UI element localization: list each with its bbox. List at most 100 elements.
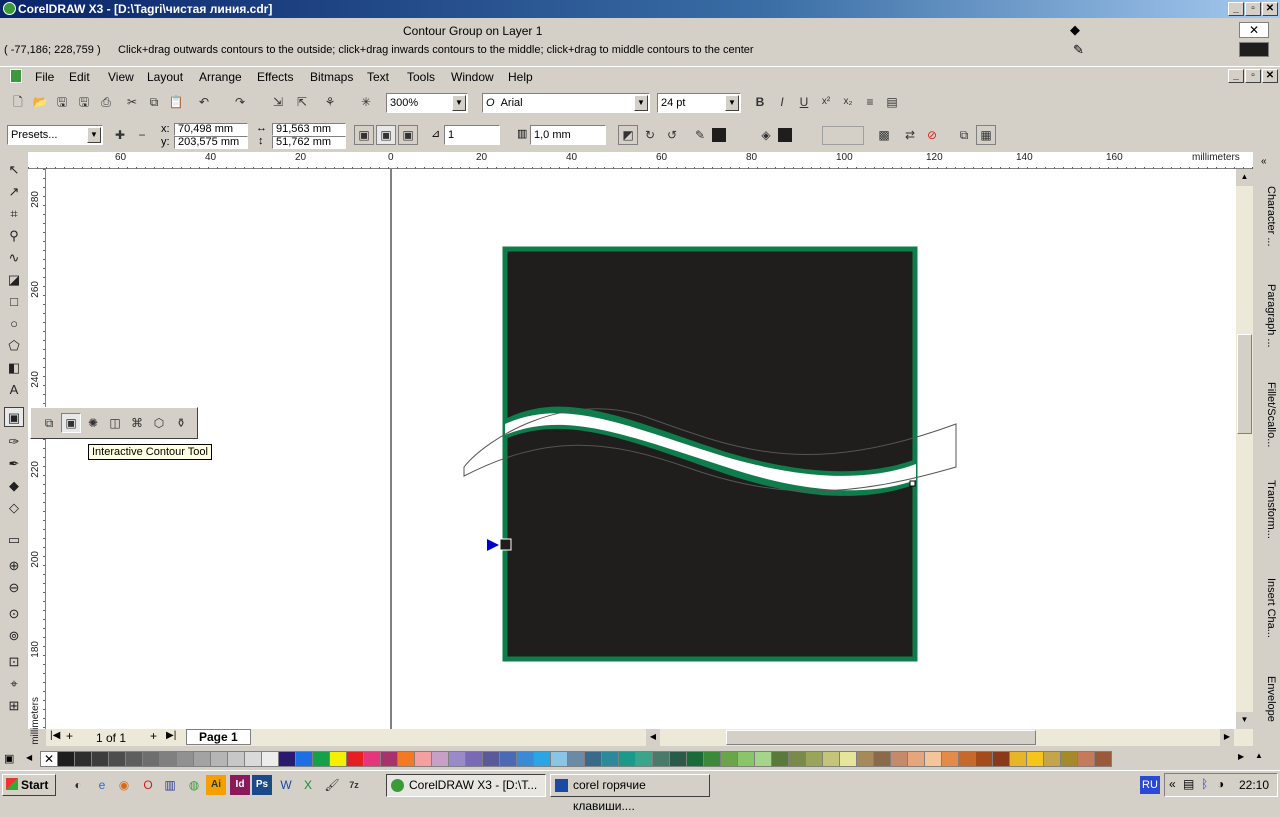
palette-scroll-left-icon[interactable]: ◀ xyxy=(26,753,32,762)
color-swatch[interactable] xyxy=(907,751,925,767)
bluetooth-icon[interactable]: ᛒ xyxy=(1201,777,1208,791)
fill-color-icon[interactable]: ◈ xyxy=(756,125,776,145)
docker-tab-transform[interactable]: Transform... xyxy=(1257,480,1277,539)
zoom-out-icon[interactable]: ⊖ xyxy=(4,578,24,598)
zoom-tool-icon[interactable]: ⚲ xyxy=(4,226,24,246)
docker-tab-insert-char[interactable]: Insert Cha... xyxy=(1257,578,1277,638)
color-swatch[interactable] xyxy=(295,751,313,767)
color-swatch[interactable] xyxy=(805,751,823,767)
color-swatch[interactable] xyxy=(533,751,551,767)
outline-tool-icon[interactable]: ✒ xyxy=(4,454,24,474)
linear-color-icon[interactable]: ◩ xyxy=(618,125,638,145)
copy-icon[interactable]: ⧉ xyxy=(144,92,164,112)
zoom-in-icon[interactable]: ⊕ xyxy=(4,556,24,576)
scroll-right-icon[interactable]: ▶ xyxy=(1220,729,1234,746)
zoom-page-icon[interactable]: ⊡ xyxy=(4,652,24,672)
corel-icon[interactable]: ◍ xyxy=(184,775,204,795)
remove-preset-icon[interactable]: − xyxy=(132,125,152,145)
color-swatch[interactable] xyxy=(57,751,75,767)
envelope-tool-icon[interactable]: ⌘ xyxy=(127,413,147,433)
print-icon[interactable]: ⎙ xyxy=(96,92,116,112)
chevron-down-icon[interactable]: ▼ xyxy=(634,95,648,111)
outside-icon[interactable]: ▣ xyxy=(398,125,418,145)
clear-contour-icon[interactable]: ⊘ xyxy=(922,125,942,145)
font-select[interactable]: O Arial ▼ xyxy=(482,93,650,113)
start-handle[interactable] xyxy=(499,538,512,551)
copy-to-front-icon[interactable]: ⧉ xyxy=(954,125,974,145)
color-swatch[interactable] xyxy=(193,751,211,767)
freehand-tool-icon[interactable]: ∿ xyxy=(4,248,24,268)
palette-menu-icon[interactable]: ▣ xyxy=(4,751,20,767)
menu-effects[interactable]: Effects xyxy=(257,70,293,84)
cut-icon[interactable]: ✂ xyxy=(122,92,142,112)
color-swatch[interactable] xyxy=(652,751,670,767)
color-swatch[interactable] xyxy=(822,751,840,767)
color-swatch[interactable] xyxy=(176,751,194,767)
color-swatch[interactable] xyxy=(873,751,891,767)
tray-expand-icon[interactable]: « xyxy=(1169,777,1176,791)
no-fill-swatch[interactable]: ✕ xyxy=(1239,22,1269,38)
color-swatch[interactable] xyxy=(142,751,160,767)
color-swatch[interactable] xyxy=(737,751,755,767)
new-document-icon[interactable]: 🗋 xyxy=(8,92,28,112)
color-swatch[interactable] xyxy=(941,751,959,767)
color-swatch[interactable] xyxy=(1009,751,1027,767)
drop-shadow-tool-icon[interactable]: ◫ xyxy=(105,413,125,433)
color-swatch[interactable] xyxy=(550,751,568,767)
color-swatch[interactable] xyxy=(414,751,432,767)
hscroll-thumb[interactable] xyxy=(726,730,1036,745)
paint-icon[interactable]: 🖌 xyxy=(322,775,342,795)
color-swatch[interactable] xyxy=(159,751,177,767)
color-swatch[interactable] xyxy=(329,751,347,767)
scroll-up-icon[interactable]: ▲ xyxy=(1236,169,1253,186)
color-swatch[interactable] xyxy=(448,751,466,767)
superscript-icon[interactable]: x² xyxy=(816,92,836,112)
color-swatch[interactable] xyxy=(108,751,126,767)
color-swatch[interactable] xyxy=(363,751,381,767)
menu-help[interactable]: Help xyxy=(508,70,533,84)
indesign-icon[interactable]: Id xyxy=(230,775,250,795)
calc-icon[interactable]: ▥ xyxy=(160,775,180,795)
excel-icon[interactable]: X xyxy=(298,775,318,795)
smart-fill-icon[interactable]: ◪ xyxy=(4,270,24,290)
doc-restore-button[interactable]: ▫ xyxy=(1245,69,1261,83)
menu-arrange[interactable]: Arrange xyxy=(199,70,242,84)
task-coreldraw[interactable]: CorelDRAW X3 - [D:\T... xyxy=(386,774,546,797)
color-swatch[interactable] xyxy=(720,751,738,767)
corel-online-icon[interactable]: ✳ xyxy=(356,92,376,112)
color-swatch[interactable] xyxy=(346,751,364,767)
menu-view[interactable]: View xyxy=(108,70,134,84)
first-page-icon[interactable]: |◀ xyxy=(50,730,60,741)
clockwise-color-icon[interactable]: ↻ xyxy=(640,125,660,145)
presets-select[interactable]: Presets... ▼ xyxy=(7,125,103,145)
menu-tools[interactable]: Tools xyxy=(407,70,435,84)
add-page-icon[interactable]: + xyxy=(66,729,73,743)
transparency-tool-icon[interactable]: ⚱ xyxy=(171,413,191,433)
contour-direction-arrow[interactable] xyxy=(487,539,499,551)
doc-minimize-button[interactable]: _ xyxy=(1228,69,1244,83)
x-position-field[interactable]: 70,498 mm xyxy=(174,123,248,136)
color-swatch[interactable] xyxy=(788,751,806,767)
color-swatch[interactable] xyxy=(584,751,602,767)
italic-icon[interactable]: I xyxy=(772,92,792,112)
zoom-selected-icon[interactable]: ⊙ xyxy=(4,604,24,624)
menu-text[interactable]: Text xyxy=(367,70,389,84)
color-swatch[interactable] xyxy=(125,751,143,767)
outline-color-swatch[interactable] xyxy=(712,128,726,142)
vertical-scrollbar[interactable]: ▲ ▼ xyxy=(1236,169,1253,729)
color-swatch[interactable] xyxy=(261,751,279,767)
color-swatch[interactable] xyxy=(278,751,296,767)
add-page-after-icon[interactable]: + xyxy=(150,729,157,743)
subscript-icon[interactable]: x₂ xyxy=(838,92,858,112)
docker-tab-envelope[interactable]: Envelope xyxy=(1257,676,1277,722)
undo-icon[interactable]: ↶ xyxy=(194,92,214,112)
color-swatch[interactable] xyxy=(618,751,636,767)
menu-layout[interactable]: Layout xyxy=(147,70,183,84)
illustrator-icon[interactable]: Ai xyxy=(206,775,226,795)
fill-color-swatch[interactable] xyxy=(778,128,792,142)
color-swatch[interactable] xyxy=(380,751,398,767)
color-swatch[interactable] xyxy=(210,751,228,767)
import-icon[interactable]: ⇲ xyxy=(268,92,288,112)
quicklaunch-icon[interactable]: ◐ xyxy=(68,775,88,795)
ie-icon[interactable]: e xyxy=(92,775,112,795)
